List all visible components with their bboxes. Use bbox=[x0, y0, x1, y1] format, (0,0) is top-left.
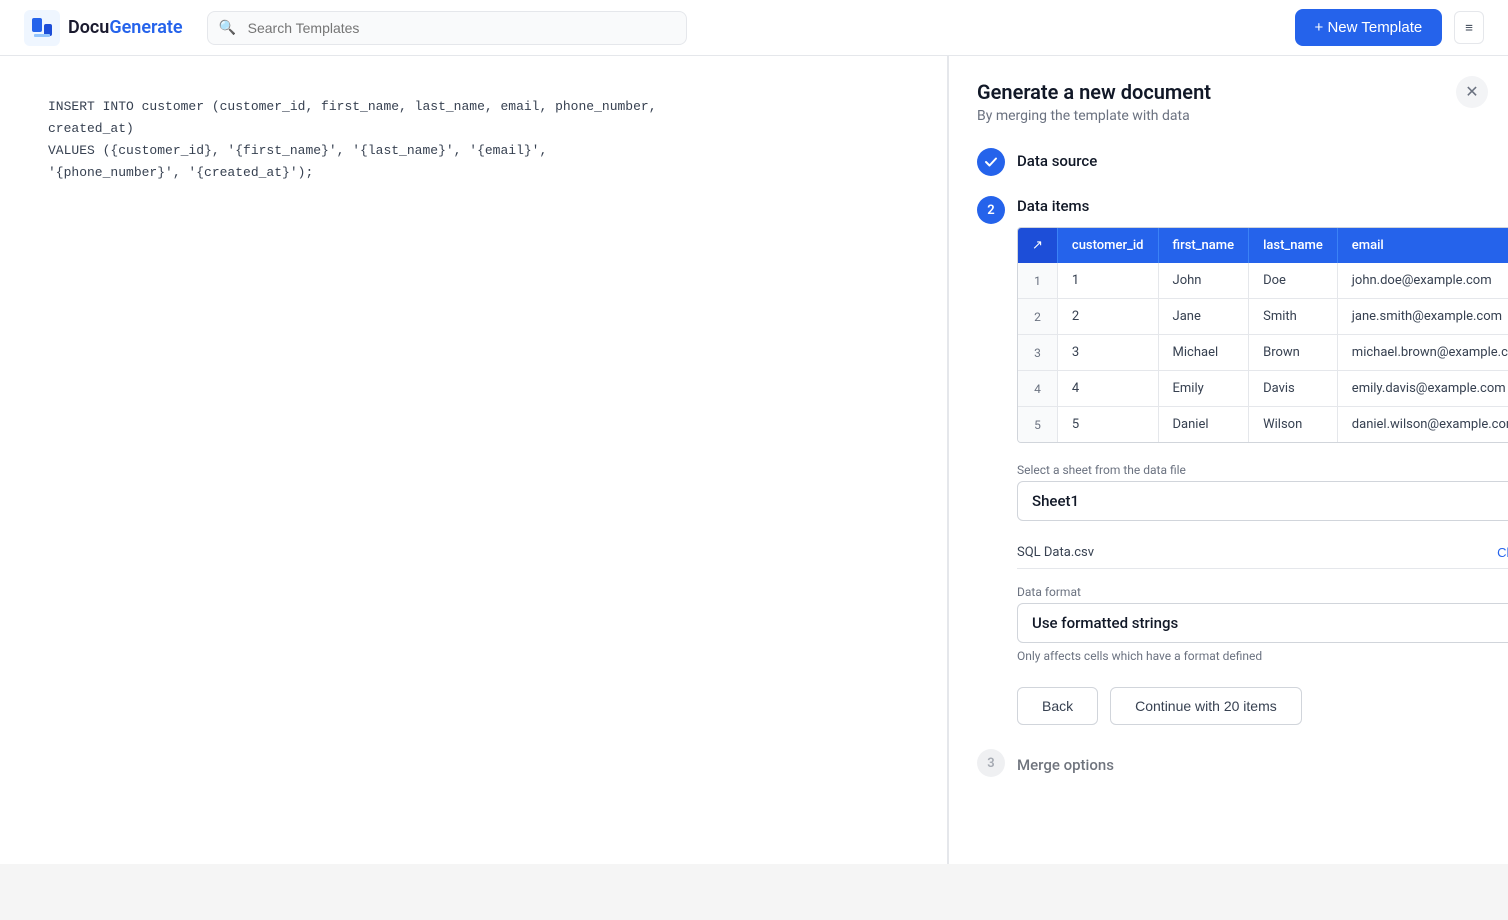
logo-icon bbox=[24, 10, 60, 46]
generate-sidebar: ✕ Generate a new document By merging the… bbox=[948, 56, 1508, 864]
row-num: 4 bbox=[1018, 371, 1057, 407]
menu-button[interactable]: ≡ bbox=[1454, 11, 1484, 44]
table-col-email: email bbox=[1337, 228, 1508, 263]
data-format-select[interactable]: Use formatted strings ▼ bbox=[1017, 603, 1508, 643]
file-row: SQL Data.csv Change bbox=[1017, 537, 1508, 569]
cell-first-name: John bbox=[1158, 263, 1249, 299]
search-input[interactable] bbox=[207, 11, 687, 45]
format-note: Only affects cells which have a format d… bbox=[1017, 649, 1508, 663]
cell-customer-id: 3 bbox=[1057, 335, 1158, 371]
cell-email: michael.brown@example.com bbox=[1337, 335, 1508, 371]
data-format-value: Use formatted strings bbox=[1018, 604, 1508, 642]
cell-customer-id: 1 bbox=[1057, 263, 1158, 299]
new-template-button[interactable]: + New Template bbox=[1295, 9, 1443, 46]
step-1-label: Data source bbox=[1017, 148, 1097, 170]
sheet-select[interactable]: Sheet1 ▼ bbox=[1017, 481, 1508, 521]
continue-button[interactable]: Continue with 20 items bbox=[1110, 687, 1302, 725]
logo[interactable]: DocuGenerate bbox=[24, 10, 183, 46]
row-num: 2 bbox=[1018, 299, 1057, 335]
table-header-row: ↗ customer_id first_name last_name email bbox=[1018, 228, 1508, 263]
cell-last-name: Wilson bbox=[1249, 407, 1338, 443]
table-col-first-name: first_name bbox=[1158, 228, 1249, 263]
close-button[interactable]: ✕ bbox=[1456, 76, 1488, 108]
cell-first-name: Emily bbox=[1158, 371, 1249, 407]
data-table: ↗ customer_id first_name last_name email… bbox=[1018, 228, 1508, 442]
check-icon bbox=[984, 155, 998, 169]
back-button[interactable]: Back bbox=[1017, 687, 1098, 725]
table-col-customer-id: customer_id bbox=[1057, 228, 1158, 263]
table-row: 2 2 Jane Smith jane.smith@example.com bbox=[1018, 299, 1508, 335]
search-icon: 🔍 bbox=[219, 20, 236, 36]
panel-subtitle: By merging the template with data bbox=[977, 108, 1480, 124]
change-file-button[interactable]: Change bbox=[1497, 545, 1508, 560]
main-content: INSERT INTO customer (customer_id, first… bbox=[0, 56, 1508, 864]
row-num: 3 bbox=[1018, 335, 1057, 371]
step-1-section: Data source bbox=[977, 148, 1480, 176]
code-editor-panel: INSERT INTO customer (customer_id, first… bbox=[0, 56, 948, 864]
code-content: INSERT INTO customer (customer_id, first… bbox=[48, 96, 899, 184]
cell-last-name: Davis bbox=[1249, 371, 1338, 407]
step-1-badge bbox=[977, 148, 1005, 176]
step-2-section: 2 Data items ↗ customer_id first_name la… bbox=[977, 196, 1480, 725]
action-buttons: Back Continue with 20 items bbox=[1017, 687, 1508, 725]
table-row: 3 3 Michael Brown michael.brown@example.… bbox=[1018, 335, 1508, 371]
sheet-select-group: Select a sheet from the data file Sheet1… bbox=[1017, 463, 1508, 521]
step-3-badge: 3 bbox=[977, 749, 1005, 777]
data-table-wrapper: ↗ customer_id first_name last_name email… bbox=[1017, 227, 1508, 443]
file-name: SQL Data.csv bbox=[1017, 545, 1094, 560]
search-container: 🔍 bbox=[207, 11, 687, 45]
table-row: 4 4 Emily Davis emily.davis@example.com bbox=[1018, 371, 1508, 407]
cell-customer-id: 5 bbox=[1057, 407, 1158, 443]
step-2-badge: 2 bbox=[977, 196, 1005, 224]
table-col-last-name: last_name bbox=[1249, 228, 1338, 263]
logo-text: DocuGenerate bbox=[68, 17, 183, 38]
cell-email: john.doe@example.com bbox=[1337, 263, 1508, 299]
table-row: 5 5 Daniel Wilson daniel.wilson@example.… bbox=[1018, 407, 1508, 443]
cell-first-name: Jane bbox=[1158, 299, 1249, 335]
sheet-select-value: Sheet1 bbox=[1018, 482, 1508, 520]
cell-customer-id: 4 bbox=[1057, 371, 1158, 407]
table-row: 1 1 John Doe john.doe@example.com bbox=[1018, 263, 1508, 299]
cell-email: daniel.wilson@example.com bbox=[1337, 407, 1508, 443]
table-col-sort: ↗ bbox=[1018, 228, 1057, 263]
app-header: DocuGenerate 🔍 + New Template ≡ bbox=[0, 0, 1508, 56]
sheet-select-label: Select a sheet from the data file bbox=[1017, 463, 1508, 477]
cell-email: emily.davis@example.com bbox=[1337, 371, 1508, 407]
cell-last-name: Brown bbox=[1249, 335, 1338, 371]
row-num: 5 bbox=[1018, 407, 1057, 443]
step-3-label: Merge options bbox=[1017, 752, 1114, 774]
header-actions: + New Template ≡ bbox=[1295, 9, 1484, 46]
cell-customer-id: 2 bbox=[1057, 299, 1158, 335]
cell-email: jane.smith@example.com bbox=[1337, 299, 1508, 335]
cell-last-name: Smith bbox=[1249, 299, 1338, 335]
cell-last-name: Doe bbox=[1249, 263, 1338, 299]
data-format-group: Data format Use formatted strings ▼ Only… bbox=[1017, 585, 1508, 663]
step-3-section: 3 Merge options bbox=[977, 749, 1480, 777]
data-format-label: Data format bbox=[1017, 585, 1508, 599]
panel-title: Generate a new document bbox=[977, 80, 1480, 104]
step-2-label: Data items bbox=[1017, 193, 1089, 215]
row-num: 1 bbox=[1018, 263, 1057, 299]
cell-first-name: Daniel bbox=[1158, 407, 1249, 443]
cell-first-name: Michael bbox=[1158, 335, 1249, 371]
